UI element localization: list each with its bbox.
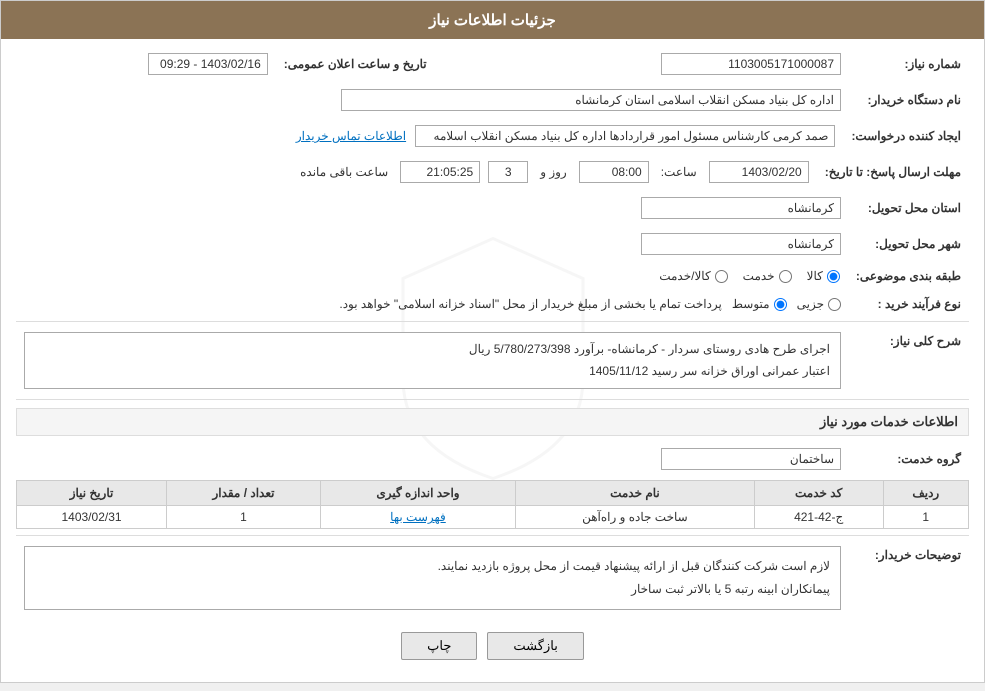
cell-kod: ج-42-421	[754, 506, 883, 529]
divider-2	[16, 399, 969, 400]
toseeh-section: توضیحات خریدار: لازم است شرکت کنندگان قب…	[16, 542, 969, 614]
sharh-text1: اجرای طرح هادی روستای سردار - کرمانشاه- …	[35, 339, 830, 361]
noe-radio-jozi[interactable]: جزیی	[797, 297, 841, 311]
tabaqe-radio1-label: کالا	[807, 269, 823, 283]
info-row-7: طبقه بندی موضوعی: کالا خدمت	[16, 265, 969, 287]
info-row-2: نام دستگاه خریدار: اداره کل بنیاد مسکن ا…	[16, 85, 969, 115]
mohlat-label: مهلت ارسال پاسخ: تا تاریخ:	[817, 157, 969, 187]
col-tedad: تعداد / مقدار	[167, 481, 321, 506]
col-kod: کد خدمت	[754, 481, 883, 506]
ostan-label: استان محل تحویل:	[849, 193, 969, 223]
mohlat-date: 1403/02/20	[709, 161, 809, 183]
page-header: جزئیات اطلاعات نیاز	[1, 1, 984, 39]
toseeh-box: لازم است شرکت کنندگان قبل از ارائه پیشنه…	[24, 546, 841, 610]
col-radif: ردیف	[883, 481, 968, 506]
saate-label: ساعت:	[661, 165, 697, 179]
noeFarayand-label: نوع فرآیند خرید :	[849, 293, 969, 315]
namDastgah-label: نام دستگاه خریدار:	[849, 85, 969, 115]
info-row-3: ایجاد کننده درخواست: صمد کرمی کارشناس مس…	[16, 121, 969, 151]
sharh-label: شرح کلی نیاز:	[849, 328, 969, 393]
info-row-8: نوع فرآیند خرید : جزیی متوسط پرداخت	[16, 293, 969, 315]
tabaqe-radio-kala-khedmat[interactable]: کالا/خدمت	[659, 269, 727, 283]
sharh-text2: اعتبار عمرانی اوراق خزانه سر رسید 1405/1…	[35, 361, 830, 383]
ijadKonande-label: ایجاد کننده درخواست:	[843, 121, 969, 151]
col-tarikh: تاریخ نیاز	[17, 481, 167, 506]
toseeh-label: توضیحات خریدار:	[849, 542, 969, 614]
service-table: ردیف کد خدمت نام خدمت واحد اندازه گیری ت…	[16, 480, 969, 529]
page-title: جزئیات اطلاعات نیاز	[429, 12, 556, 29]
info-row-4: مهلت ارسال پاسخ: تا تاریخ: 1403/02/20 سا…	[16, 157, 969, 187]
rooz-value: 3	[488, 161, 528, 183]
tarikh-label: تاریخ و ساعت اعلان عمومی:	[276, 49, 435, 79]
baghimande-value: 21:05:25	[400, 161, 480, 183]
divider-1	[16, 321, 969, 322]
saate-value: 08:00	[579, 161, 649, 183]
tabaqe-label: طبقه بندی موضوعی:	[848, 265, 969, 287]
cell-nam: ساخت جاده و راه‌آهن	[516, 506, 755, 529]
sharh-section: شرح کلی نیاز: اجرای طرح هادی روستای سردا…	[16, 328, 969, 393]
cell-tarikh: 1403/02/31	[17, 506, 167, 529]
print-button[interactable]: چاپ	[401, 632, 477, 660]
back-button[interactable]: بازگشت	[487, 632, 583, 660]
grouh-row: گروه خدمت: ساختمان	[16, 444, 969, 474]
shomareNiaz-value: 1103005171000087	[661, 53, 841, 75]
ijadKonande-link[interactable]: اطلاعات تماس خریدار	[296, 129, 406, 143]
tabaqe-radio-kala[interactable]: کالا	[807, 269, 840, 283]
noe-radio-motavaset[interactable]: متوسط	[732, 297, 787, 311]
tabaqe-radio3-label: کالا/خدمت	[659, 269, 710, 283]
noe-radio1-label: جزیی	[797, 297, 824, 311]
info-row-1: شماره نیاز: 1103005171000087 تاریخ و ساع…	[16, 49, 969, 79]
col-nam: نام خدمت	[516, 481, 755, 506]
toseeh-line2: پیمانکاران ابینه رتبه 5 یا بالاتر ثبت سا…	[35, 578, 830, 601]
tabaqe-radio2-label: خدمت	[743, 269, 775, 283]
shomareNiaz-label: شماره نیاز:	[849, 49, 969, 79]
baghimande-label: ساعت باقی مانده	[300, 165, 388, 179]
cell-vahed[interactable]: فهرست بها	[320, 506, 515, 529]
ostan-value: کرمانشاه	[641, 197, 841, 219]
sharh-box: اجرای طرح هادی روستای سردار - کرمانشاه- …	[24, 332, 841, 389]
tarikh-value: 1403/02/16 - 09:29	[148, 53, 268, 75]
table-row: 1 ج-42-421 ساخت جاده و راه‌آهن فهرست بها…	[17, 506, 969, 529]
shahr-value: کرمانشاه	[641, 233, 841, 255]
khadamat-section-title: اطلاعات خدمات مورد نیاز	[16, 408, 969, 436]
shahr-label: شهر محل تحویل:	[849, 229, 969, 259]
rooz-label: روز و	[540, 165, 567, 179]
col-vahed: واحد اندازه گیری	[320, 481, 515, 506]
grouh-label: گروه خدمت:	[849, 444, 969, 474]
info-row-5: استان محل تحویل: کرمانشاه	[16, 193, 969, 223]
ijadKonande-value: صمد کرمی کارشناس مسئول امور قراردادها اد…	[415, 125, 835, 147]
info-row-6: شهر محل تحویل: کرمانشاه	[16, 229, 969, 259]
grouh-value: ساختمان	[661, 448, 841, 470]
divider-3	[16, 535, 969, 536]
cell-tedad: 1	[167, 506, 321, 529]
button-row: بازگشت چاپ	[16, 620, 969, 672]
noe-farayand-note: پرداخت تمام یا بخشی از مبلغ خریدار از مح…	[339, 297, 722, 311]
noe-radio2-label: متوسط	[732, 297, 770, 311]
namDastgah-value: اداره کل بنیاد مسکن انقلاب اسلامی استان …	[341, 89, 841, 111]
tabaqe-radio-khedmat[interactable]: خدمت	[743, 269, 792, 283]
toseeh-line1: لازم است شرکت کنندگان قبل از ارائه پیشنه…	[35, 555, 830, 578]
cell-radif: 1	[883, 506, 968, 529]
